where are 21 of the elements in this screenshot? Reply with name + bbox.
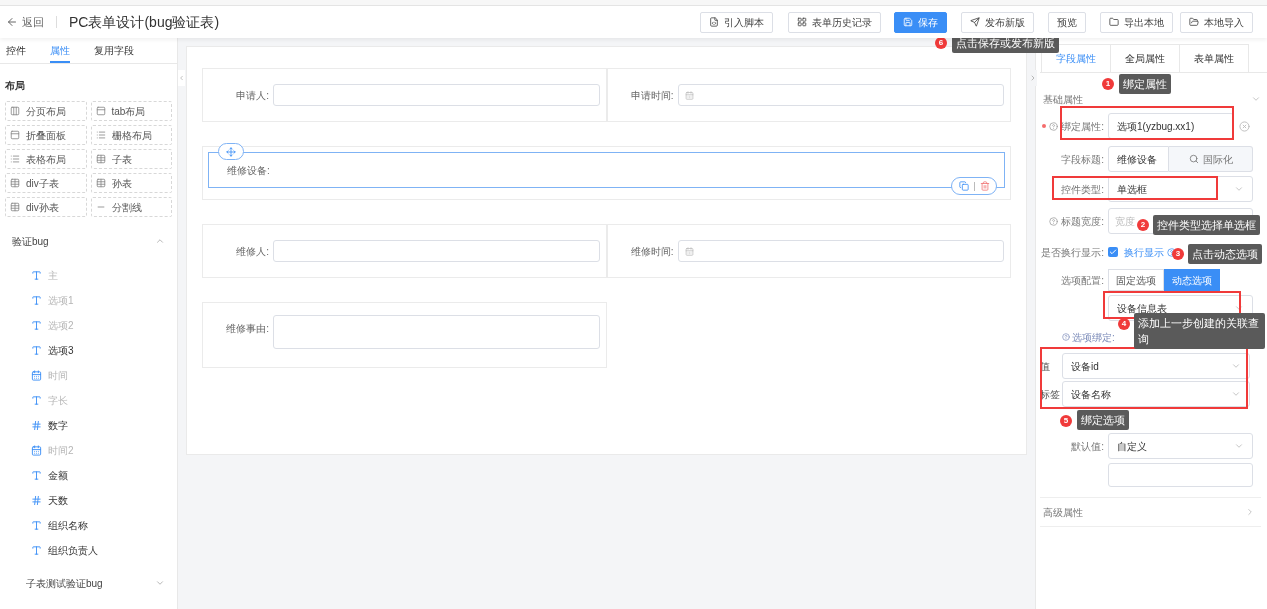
property-label: 控件类型: (1060, 182, 1105, 197)
annotation-tooltip: 绑定选项 (1077, 410, 1129, 430)
annotation-tooltip: 点击动态选项 (1188, 244, 1262, 264)
property-label: 是否换行显示: (1040, 245, 1105, 260)
property-label: 标题宽度: (1061, 214, 1104, 229)
checkbox-label: 换行显示 (1124, 245, 1164, 260)
property-label: 选项绑定: (1072, 330, 1115, 345)
field-label: 维修事由: (225, 322, 270, 336)
annotation-tooltip: 添加上一步创建的关联查询 (1134, 313, 1265, 349)
annotation-tooltip: 绑定属性 (1119, 74, 1171, 94)
field-label: 维修人: (235, 244, 270, 259)
field-label: 维修时间: (629, 244, 675, 259)
field-label: 申请人: (235, 88, 270, 103)
property-label: 选项配置: (1060, 273, 1105, 288)
property-label: 默认值: (1070, 439, 1105, 454)
page-title: PC表单设计(bug验证表) (69, 12, 220, 32)
section-heading: 布局 (5, 79, 26, 93)
annotation-tooltip: 控件类型选择单选框 (1153, 215, 1260, 235)
field-label: 维修设备: (227, 163, 270, 178)
property-label: 字段标题: (1060, 152, 1105, 167)
field-label: 申请时间: (629, 88, 675, 103)
